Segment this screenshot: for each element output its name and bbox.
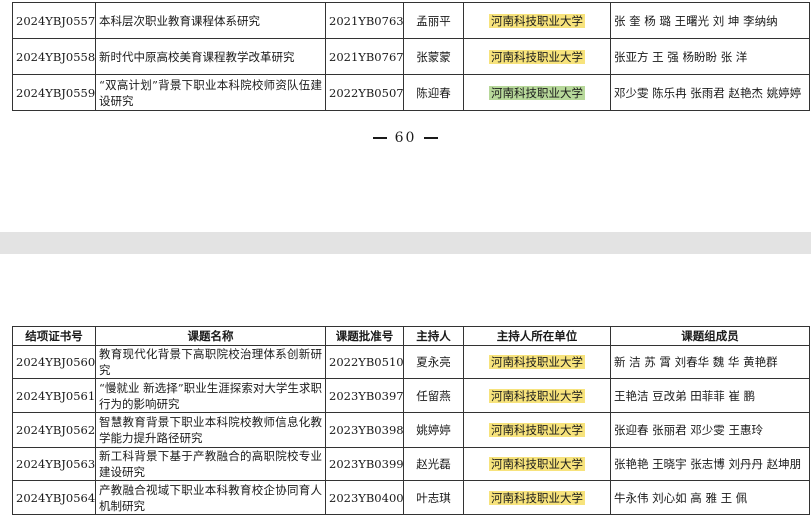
members-cell: 张艳艳 王晓宇 张志博 刘丹丹 赵坤朋 (610, 447, 810, 481)
members-cell: 张迎春 张丽君 邓少雯 王惠玲 (610, 412, 810, 448)
batch-number-cell: 2023YB0400 (325, 480, 404, 515)
header-host: 主持人 (403, 326, 464, 346)
unit-highlight: 河南科技职业大学 (489, 13, 585, 28)
members-cell: 张亚方 王 强 杨盼盼 张 洋 (610, 38, 810, 75)
table-row: 2024YBJ0557 本科层次职业教育课程体系研究 2021YB0763 孟丽平 河南… (12, 2, 810, 39)
host-cell: 陈迎春 (403, 74, 464, 111)
unit-cell: 河南科技职业大学 (463, 38, 611, 75)
cert-id-cell: 2024YBJ0559 (12, 74, 96, 111)
unit-highlight: 河南科技职业大学 (489, 457, 585, 471)
document-page-bottom: 结项证书号 课题名称 课题批准号 主持人 主持人所在单位 课题组成员 2024Y… (0, 254, 811, 516)
batch-number-cell: 2022YB0510 (325, 345, 404, 379)
host-cell: 孟丽平 (403, 2, 464, 39)
cert-id-cell: 2024YBJ0563 (12, 447, 96, 481)
header-members: 课题组成员 (610, 326, 810, 346)
batch-number-cell: 2022YB0507 (325, 74, 404, 111)
unit-cell: 河南科技职业大学 (463, 412, 611, 448)
unit-cell: 河南科技职业大学 (463, 378, 611, 413)
cert-id-cell: 2024YBJ0562 (12, 412, 96, 448)
cert-id-cell: 2024YBJ0561 (12, 378, 96, 413)
unit-cell: 河南科技职业大学 (463, 480, 611, 515)
project-title-cell: 产教融合视域下职业本科教育校企协同育人机制研究 (95, 480, 326, 515)
page-number: 60 (0, 130, 811, 146)
unit-highlight: 河南科技职业大学 (489, 85, 585, 100)
host-cell: 叶志琪 (403, 480, 464, 515)
cert-id-cell: 2024YBJ0560 (12, 345, 96, 379)
table-row: 2024YBJ0563 新工科背景下基于产教融合的高职院校专业建设研究 2023YB… (12, 447, 810, 481)
table-row: 2024YBJ0561 “慢就业 新选择”职业生涯探索对大学生求职行为的影响研究 2… (12, 378, 810, 413)
members-cell: 新 洁 苏 霄 刘春华 魏 华 黄艳群 (610, 345, 810, 379)
unit-highlight: 河南科技职业大学 (489, 49, 585, 64)
page-number-value: 60 (394, 130, 417, 146)
header-cert-id: 结项证书号 (12, 326, 96, 346)
table-header-row: 结项证书号 课题名称 课题批准号 主持人 主持人所在单位 课题组成员 (12, 326, 810, 346)
project-title-cell: 新时代中原高校美育课程教学改革研究 (95, 38, 326, 75)
host-cell: 夏永亮 (403, 345, 464, 379)
project-title-cell: 教育现代化背景下高职院校治理体系创新研究 (95, 345, 326, 379)
unit-highlight: 河南科技职业大学 (489, 490, 585, 505)
page-number-dash-right (424, 137, 439, 139)
unit-highlight: 河南科技职业大学 (489, 355, 585, 369)
batch-number-cell: 2023YB0398 (325, 412, 404, 448)
batch-number-cell: 2023YB0399 (325, 447, 404, 481)
project-table-top: 2024YBJ0557 本科层次职业教育课程体系研究 2021YB0763 孟丽平河南… (12, 2, 810, 111)
cert-id-cell: 2024YBJ0557 (12, 2, 96, 39)
page-separator (0, 232, 811, 254)
project-table-bottom: 结项证书号 课题名称 课题批准号 主持人 主持人所在单位 课题组成员 2024Y… (12, 326, 810, 515)
host-cell: 赵光磊 (403, 447, 464, 481)
cert-id-cell: 2024YBJ0564 (12, 480, 96, 515)
project-title-cell: 新工科背景下基于产教融合的高职院校专业建设研究 (95, 447, 326, 481)
members-cell: 王艳洁 豆改弟 田菲菲 崔 鹏 (610, 378, 810, 413)
batch-number-cell: 2021YB0763 (325, 2, 404, 39)
batch-number-cell: 2023YB0397 (325, 378, 404, 413)
unit-cell: 河南科技职业大学 (463, 2, 611, 39)
header-title: 课题名称 (95, 326, 326, 346)
members-cell: 张 奎 杨 璐 王曙光 刘 坤 李纳纳 (610, 2, 810, 39)
cert-id-cell: 2024YBJ0558 (12, 38, 96, 75)
batch-number-cell: 2021YB0767 (325, 38, 404, 75)
table-row: 2024YBJ0558 新时代中原高校美育课程教学改革研究 2021YB0767 张蒙… (12, 38, 810, 75)
document-page-top: 2024YBJ0557 本科层次职业教育课程体系研究 2021YB0763 孟丽平河南… (0, 0, 811, 232)
unit-cell: 河南科技职业大学 (463, 345, 611, 379)
header-batch: 课题批准号 (325, 326, 404, 346)
host-cell: 任留燕 (403, 378, 464, 413)
host-cell: 张蒙蒙 (403, 38, 464, 75)
page-number-dash-left (372, 137, 387, 139)
project-title-cell: “双高计划”背景下职业本科院校师资队伍建设研究 (95, 74, 326, 111)
project-title-cell: 智慧教育背景下职业本科院校教师信息化教学能力提升路径研究 (95, 412, 326, 448)
header-unit: 主持人所在单位 (463, 326, 611, 346)
unit-cell: 河南科技职业大学 (463, 447, 611, 481)
members-cell: 牛永伟 刘心如 高 雅 王 佩 (610, 480, 810, 515)
host-cell: 姚婷婷 (403, 412, 464, 448)
project-title-cell: “慢就业 新选择”职业生涯探索对大学生求职行为的影响研究 (95, 378, 326, 413)
unit-highlight: 河南科技职业大学 (489, 423, 585, 437)
members-cell: 邓少雯 陈乐冉 张雨君 赵艳杰 姚婷婷 (610, 74, 810, 111)
unit-cell: 河南科技职业大学 (463, 74, 611, 111)
table-row: 2024YBJ0560 教育现代化背景下高职院校治理体系创新研究 2022YB051… (12, 345, 810, 379)
table-row: 2024YBJ0564 产教融合视域下职业本科教育校企协同育人机制研究 2023YB… (12, 480, 810, 515)
project-title-cell: 本科层次职业教育课程体系研究 (95, 2, 326, 39)
table-row: 2024YBJ0562 智慧教育背景下职业本科院校教师信息化教学能力提升路径研究 2… (12, 412, 810, 448)
table-row: 2024YBJ0559 “双高计划”背景下职业本科院校师资队伍建设研究 2022YB… (12, 74, 810, 111)
unit-highlight: 河南科技职业大学 (489, 388, 585, 403)
